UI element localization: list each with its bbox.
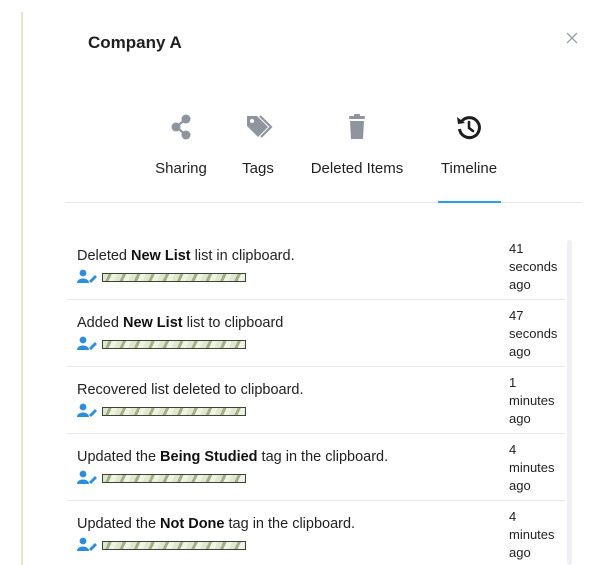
user-edit-icon: [77, 269, 97, 283]
entry-time: 41 seconds ago: [509, 241, 558, 292]
tags-icon: [247, 115, 273, 138]
user-edit-icon: [77, 470, 97, 484]
active-tab-indicator: [438, 201, 501, 203]
entry-time: 4 minutes ago: [509, 509, 555, 560]
close-icon[interactable]: [564, 30, 580, 46]
trash-icon: [349, 114, 365, 139]
tab-tags[interactable]: Tags: [238, 112, 278, 182]
entry-message: Updated the Being Studied tag in the cli…: [77, 449, 389, 465]
timeline-entry: Recovered list deleted to clipboard. 1 mi…: [66, 366, 566, 434]
redacted-user-name: [102, 407, 246, 416]
tab-divider: [65, 202, 582, 203]
redacted-user-name: [102, 541, 246, 550]
timeline-entry: Deleted New List list in clipboard. 41 se…: [66, 232, 566, 300]
tab-label: Sharing: [155, 160, 207, 177]
user-edit-icon: [77, 336, 97, 350]
redacted-user-name: [102, 474, 246, 483]
entry-time: 47 seconds ago: [509, 308, 558, 359]
redacted-user-name: [102, 273, 246, 282]
entry-time: 4 minutes ago: [509, 442, 555, 493]
tab-label: Deleted Items: [310, 160, 404, 177]
tab-timeline[interactable]: Timeline: [436, 112, 502, 182]
entry-time: 1 minutes ago: [509, 375, 555, 426]
timeline-entry: Added New List list to clipboard 47 secon…: [66, 299, 566, 367]
entry-message: Updated the Not Done tag in the clipboar…: [77, 516, 356, 532]
left-border: [21, 12, 23, 565]
timeline-scrollbar[interactable]: [567, 240, 572, 565]
tab-label: Tags: [242, 160, 274, 177]
timeline-list: Deleted New List list in clipboard. 41 se…: [66, 232, 566, 565]
share-icon: [171, 114, 191, 140]
user-edit-icon: [77, 403, 97, 417]
user-edit-icon: [77, 537, 97, 551]
history-icon: [457, 116, 481, 140]
panel-title: Company A: [88, 33, 182, 52]
entry-message: Deleted New List list in clipboard.: [77, 248, 295, 264]
timeline-entry: Updated the Being Studied tag in the cli…: [66, 433, 566, 501]
redacted-user-name: [102, 340, 246, 349]
entry-message: Added New List list to clipboard: [77, 315, 284, 331]
entry-message: Recovered list deleted to clipboard.: [77, 382, 304, 398]
tab-sharing[interactable]: Sharing: [150, 112, 212, 182]
timeline-entry: Updated the Not Done tag in the clipboar…: [66, 500, 566, 565]
tab-label: Timeline: [440, 160, 498, 177]
tab-deleted-items[interactable]: Deleted Items: [304, 112, 410, 182]
